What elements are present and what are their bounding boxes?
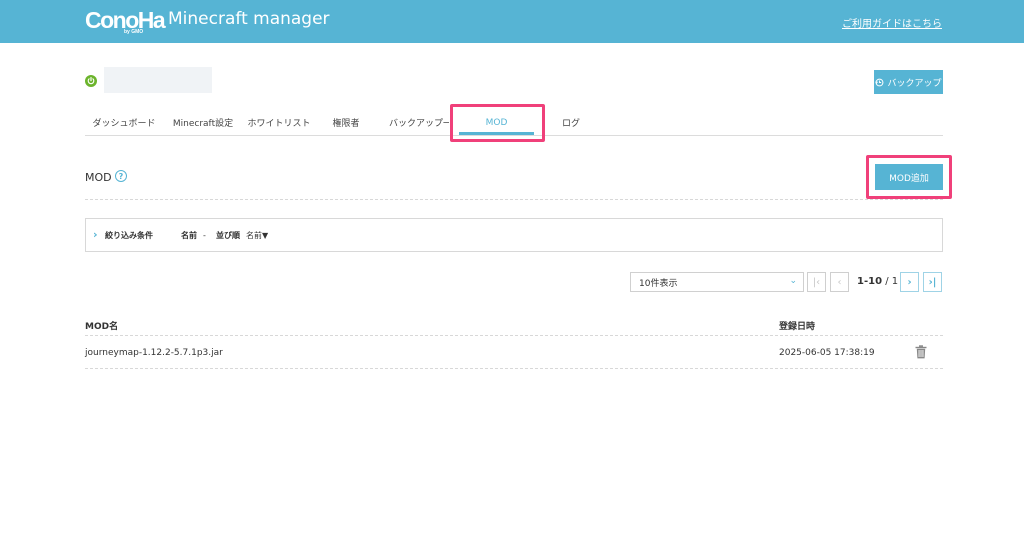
column-header-mod-name: MOD名 bbox=[85, 322, 119, 332]
last-page-button[interactable]: ›| bbox=[923, 272, 942, 292]
highlight-box-add-mod bbox=[866, 155, 952, 199]
tab-log[interactable]: ログ bbox=[545, 110, 597, 135]
per-page-value: 10件表示 bbox=[639, 278, 678, 289]
page-range: 1-10 bbox=[857, 276, 883, 287]
tab-operators[interactable]: 権限者 bbox=[315, 110, 377, 135]
logo-subtext: by GMO bbox=[124, 29, 144, 35]
page-total: 1 bbox=[891, 276, 899, 287]
filter-label: 絞り込み条件 bbox=[105, 231, 153, 240]
first-page-button[interactable]: |‹ bbox=[807, 272, 826, 292]
server-name-redacted bbox=[104, 67, 212, 93]
registered-date-cell: 2025-06-05 17:38:19 bbox=[779, 348, 875, 358]
prev-page-button[interactable]: ‹ bbox=[830, 272, 849, 292]
row-divider bbox=[85, 368, 943, 369]
chevron-down-icon: ⌄ bbox=[789, 276, 797, 286]
filter-panel[interactable]: › 絞り込み条件 名前 - 並び順 名前▼ bbox=[85, 218, 943, 252]
page-info: 1-10 / 1 bbox=[857, 276, 898, 287]
section-divider bbox=[85, 199, 943, 200]
filter-name-key: 名前 bbox=[181, 231, 197, 240]
tab-dashboard[interactable]: ダッシュボード bbox=[85, 110, 163, 135]
page-separator: / bbox=[882, 276, 892, 287]
power-icon bbox=[85, 75, 97, 87]
conoha-logo[interactable]: ConoHa by GMO bbox=[85, 6, 166, 36]
app-header: ConoHa by GMO Minecraft manager ご利用ガイドはこ… bbox=[0, 0, 1024, 43]
tab-minecraft-settings[interactable]: Minecraft設定 bbox=[163, 110, 243, 135]
guide-link[interactable]: ご利用ガイドはこちら bbox=[842, 15, 942, 30]
next-page-button[interactable]: › bbox=[900, 272, 919, 292]
filter-sort-value: 名前▼ bbox=[246, 231, 269, 240]
column-header-registered-at: 登録日時 bbox=[779, 322, 816, 332]
section-title: MOD bbox=[85, 171, 112, 184]
highlight-box-mod-tab bbox=[450, 104, 545, 142]
filter-name-value: - bbox=[203, 231, 206, 240]
app-title: Minecraft manager bbox=[168, 9, 330, 29]
tab-backup-list[interactable]: バックアップ一覧 bbox=[377, 110, 449, 135]
chevron-right-icon[interactable]: › bbox=[93, 228, 98, 241]
mod-name-cell: journeymap-1.12.2-5.7.1p3.jar bbox=[85, 348, 223, 358]
filter-sort: 並び順 名前▼ bbox=[216, 230, 268, 241]
filter-sort-key: 並び順 bbox=[216, 231, 240, 240]
per-page-select[interactable]: 10件表示 ⌄ bbox=[630, 272, 804, 292]
header-divider bbox=[85, 335, 943, 336]
backup-clock-icon bbox=[875, 78, 884, 86]
filter-name: 名前 - bbox=[181, 230, 206, 241]
backup-button-label: バックアップ bbox=[887, 78, 942, 89]
tab-whitelist[interactable]: ホワイトリスト bbox=[243, 110, 315, 135]
backup-button[interactable]: バックアップ bbox=[874, 70, 943, 94]
question-circle-icon[interactable]: ? bbox=[115, 170, 127, 182]
trash-icon[interactable] bbox=[915, 345, 927, 359]
